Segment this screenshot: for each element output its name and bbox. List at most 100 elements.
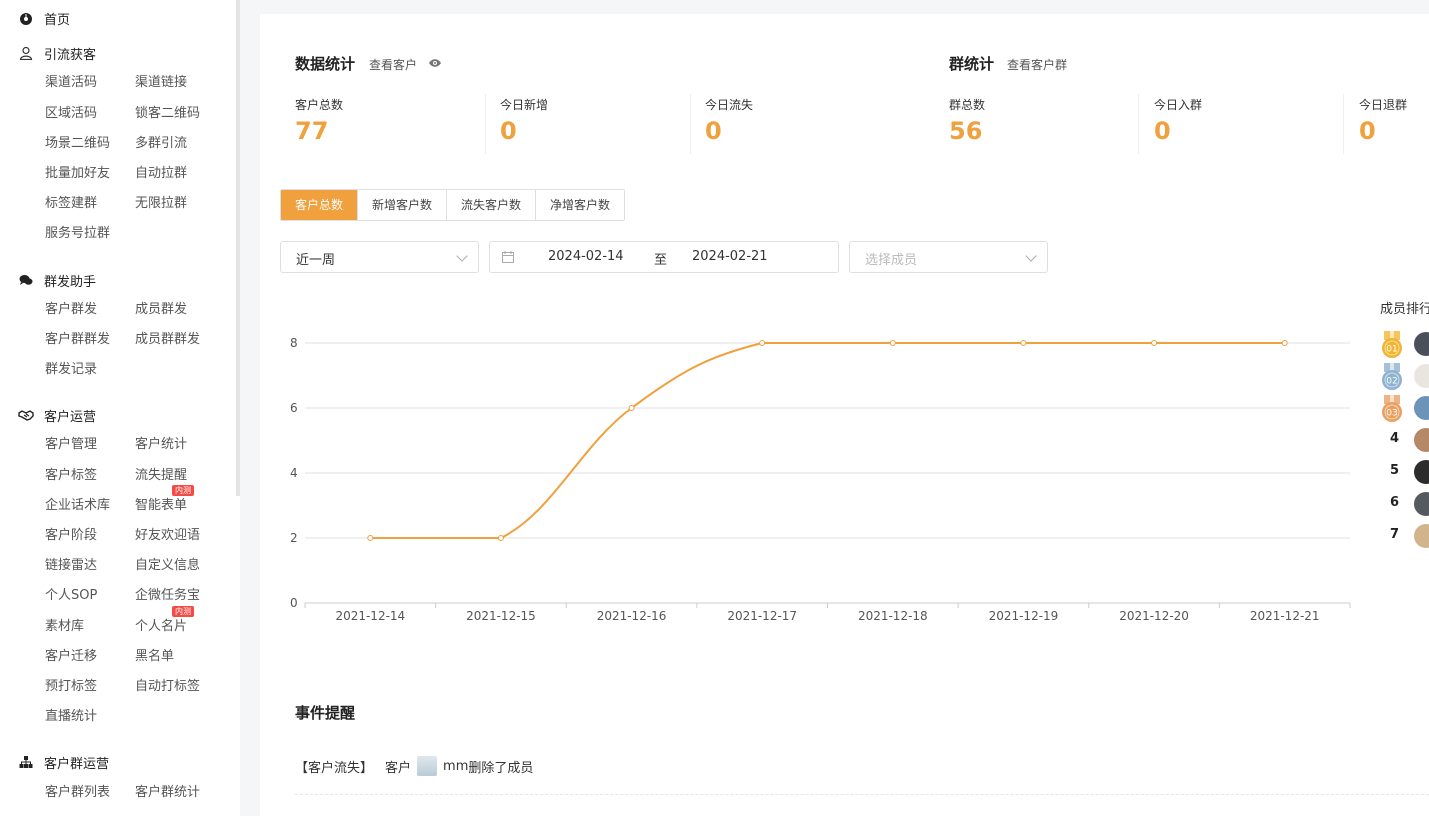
sidebar-item[interactable]: 服务号拉群 — [45, 224, 110, 244]
divider — [1343, 94, 1344, 154]
sidebar-item[interactable]: 黑名单 — [135, 647, 174, 667]
stat-value: 0 — [1359, 117, 1376, 145]
rank-row: 7 — [1380, 523, 1429, 549]
sidebar-item[interactable]: 直播统计 — [45, 707, 97, 727]
avatar[interactable] — [1414, 396, 1429, 420]
sidebar-item[interactable]: 区域活码 — [45, 104, 97, 124]
nav-group-ops-label: 客户群运营 — [44, 756, 110, 772]
x-tick-label: 2021-12-19 — [989, 609, 1059, 623]
avatar[interactable] — [1414, 332, 1429, 356]
sidebar-item[interactable]: 场景二维码 — [45, 134, 110, 154]
event-item: 【客户流失】 客户 mm 删除了成员 — [295, 756, 533, 776]
period-select[interactable]: 近一周 — [280, 241, 479, 273]
nav-acquire[interactable]: 引流获客 — [18, 43, 96, 63]
sidebar-item[interactable]: 素材库 — [45, 617, 84, 637]
data-point — [1151, 340, 1158, 346]
tab-net[interactable]: 净增客户数 — [536, 190, 625, 220]
data-point — [367, 535, 374, 541]
sidebar-item[interactable]: 个人名片 — [135, 617, 187, 637]
sidebar-item[interactable]: 标签建群 — [45, 194, 97, 214]
medal-icon: 01 — [1382, 331, 1402, 358]
event-prefix: 客户 — [385, 760, 412, 776]
avatar[interactable] — [1414, 524, 1429, 548]
sidebar-item[interactable]: 客户管理 — [45, 435, 97, 455]
view-groups-link[interactable]: 查看客户群 — [1007, 56, 1067, 73]
x-tick-label: 2021-12-16 — [597, 609, 667, 623]
medal-icon: 02 — [1382, 363, 1402, 390]
nav-ops[interactable]: 客户运营 — [18, 405, 96, 425]
sidebar-item[interactable]: 好友欢迎语 — [135, 526, 200, 546]
stat-value: 0 — [1154, 117, 1171, 145]
sidebar-scrollbar[interactable] — [236, 0, 240, 496]
sidebar-item[interactable]: 链接雷达 — [45, 556, 97, 576]
tab-lost[interactable]: 流失客户数 — [447, 190, 537, 220]
sidebar-item[interactable]: 无限拉群 — [135, 194, 187, 214]
rank-row: 6 — [1380, 491, 1429, 517]
stat-value: 0 — [705, 117, 722, 145]
sidebar-item[interactable]: 自动打标签 — [135, 677, 200, 697]
nav-mass[interactable]: 群发助手 — [18, 270, 96, 290]
nav-home[interactable]: 首页 — [18, 8, 70, 28]
tab-new[interactable]: 新增客户数 — [358, 190, 448, 220]
sidebar-item[interactable]: 锁客二维码 — [135, 104, 200, 124]
eye-icon[interactable] — [428, 58, 442, 68]
data-point — [889, 340, 896, 346]
sidebar-item[interactable]: 群发记录 — [45, 360, 97, 380]
sidebar-item[interactable]: 客户统计 — [135, 435, 187, 455]
date-start[interactable]: 2024-02-14 — [548, 249, 624, 264]
sidebar-item[interactable]: 企微任务宝 — [135, 586, 200, 606]
sidebar-item[interactable]: 客户群发 — [45, 300, 97, 320]
sidebar-item[interactable]: 客户标签 — [45, 466, 97, 486]
sidebar-item[interactable]: 客户群统计 — [135, 783, 200, 803]
view-customers-link[interactable]: 查看客户 — [369, 56, 417, 73]
sidebar-item[interactable]: 客户阶段 — [45, 526, 97, 546]
sidebar-item[interactable]: 自动拉群 — [135, 164, 187, 184]
event-customer-name[interactable]: mm — [443, 759, 468, 774]
event-text: 删除了成员 — [468, 760, 534, 776]
sidebar-item[interactable]: 成员群发 — [135, 300, 187, 320]
sidebar-item[interactable]: 客户群群发 — [45, 330, 110, 350]
x-tick-label: 2021-12-17 — [727, 609, 797, 623]
sidebar-item[interactable]: 多群引流 — [135, 134, 187, 154]
date-range-picker[interactable]: 2024-02-14 至 2024-02-21 — [489, 241, 839, 273]
member-placeholder: 选择成员 — [865, 253, 918, 268]
divider — [485, 94, 486, 154]
sidebar-item[interactable]: 企业话术库 — [45, 496, 110, 516]
sidebar-item[interactable]: 流失提醒 — [135, 466, 187, 486]
rank-number: 4 — [1390, 431, 1400, 446]
sidebar-item[interactable]: 成员群群发 — [135, 330, 200, 350]
sidebar-item[interactable]: 自定义信息 — [135, 556, 200, 576]
sidebar-item[interactable]: 批量加好友 — [45, 164, 110, 184]
avatar[interactable] — [1414, 364, 1429, 388]
nav-mass-label: 群发助手 — [44, 274, 97, 290]
chevron-down-icon — [456, 250, 468, 262]
sidebar-item[interactable]: 客户群列表 — [45, 783, 110, 803]
chat-bubbles-icon — [18, 272, 34, 288]
date-end[interactable]: 2024-02-21 — [692, 249, 768, 264]
rank-row: 4 — [1380, 427, 1429, 453]
stat-label: 今日新增 — [500, 98, 549, 112]
avatar[interactable] — [1414, 460, 1429, 484]
chevron-down-icon — [1025, 250, 1037, 262]
sidebar-item[interactable]: 智能表单 — [135, 496, 187, 516]
user-icon — [18, 45, 34, 61]
sidebar-item[interactable]: 客户迁移 — [45, 647, 97, 667]
date-separator: 至 — [654, 253, 668, 268]
stat-label: 今日入群 — [1154, 98, 1203, 112]
ranking-title: 成员排行 — [1380, 302, 1429, 317]
divider — [295, 794, 1429, 795]
handshake-icon — [18, 407, 34, 423]
avatar[interactable] — [1414, 428, 1429, 452]
tab-total[interactable]: 客户总数 — [281, 190, 359, 220]
x-tick-label: 2021-12-21 — [1250, 609, 1320, 623]
stat-label: 今日退群 — [1359, 98, 1408, 112]
sidebar-item[interactable]: 渠道链接 — [135, 73, 187, 93]
rank-row: 03 — [1380, 395, 1429, 422]
nav-group-ops[interactable]: 客户群运营 — [18, 752, 109, 772]
series-line — [370, 342, 1285, 539]
avatar[interactable] — [1414, 492, 1429, 516]
sidebar-item[interactable]: 渠道活码 — [45, 73, 97, 93]
member-select[interactable]: 选择成员 — [849, 241, 1048, 273]
sidebar-item[interactable]: 预打标签 — [45, 677, 97, 697]
sidebar-item[interactable]: 个人SOP — [45, 586, 97, 606]
